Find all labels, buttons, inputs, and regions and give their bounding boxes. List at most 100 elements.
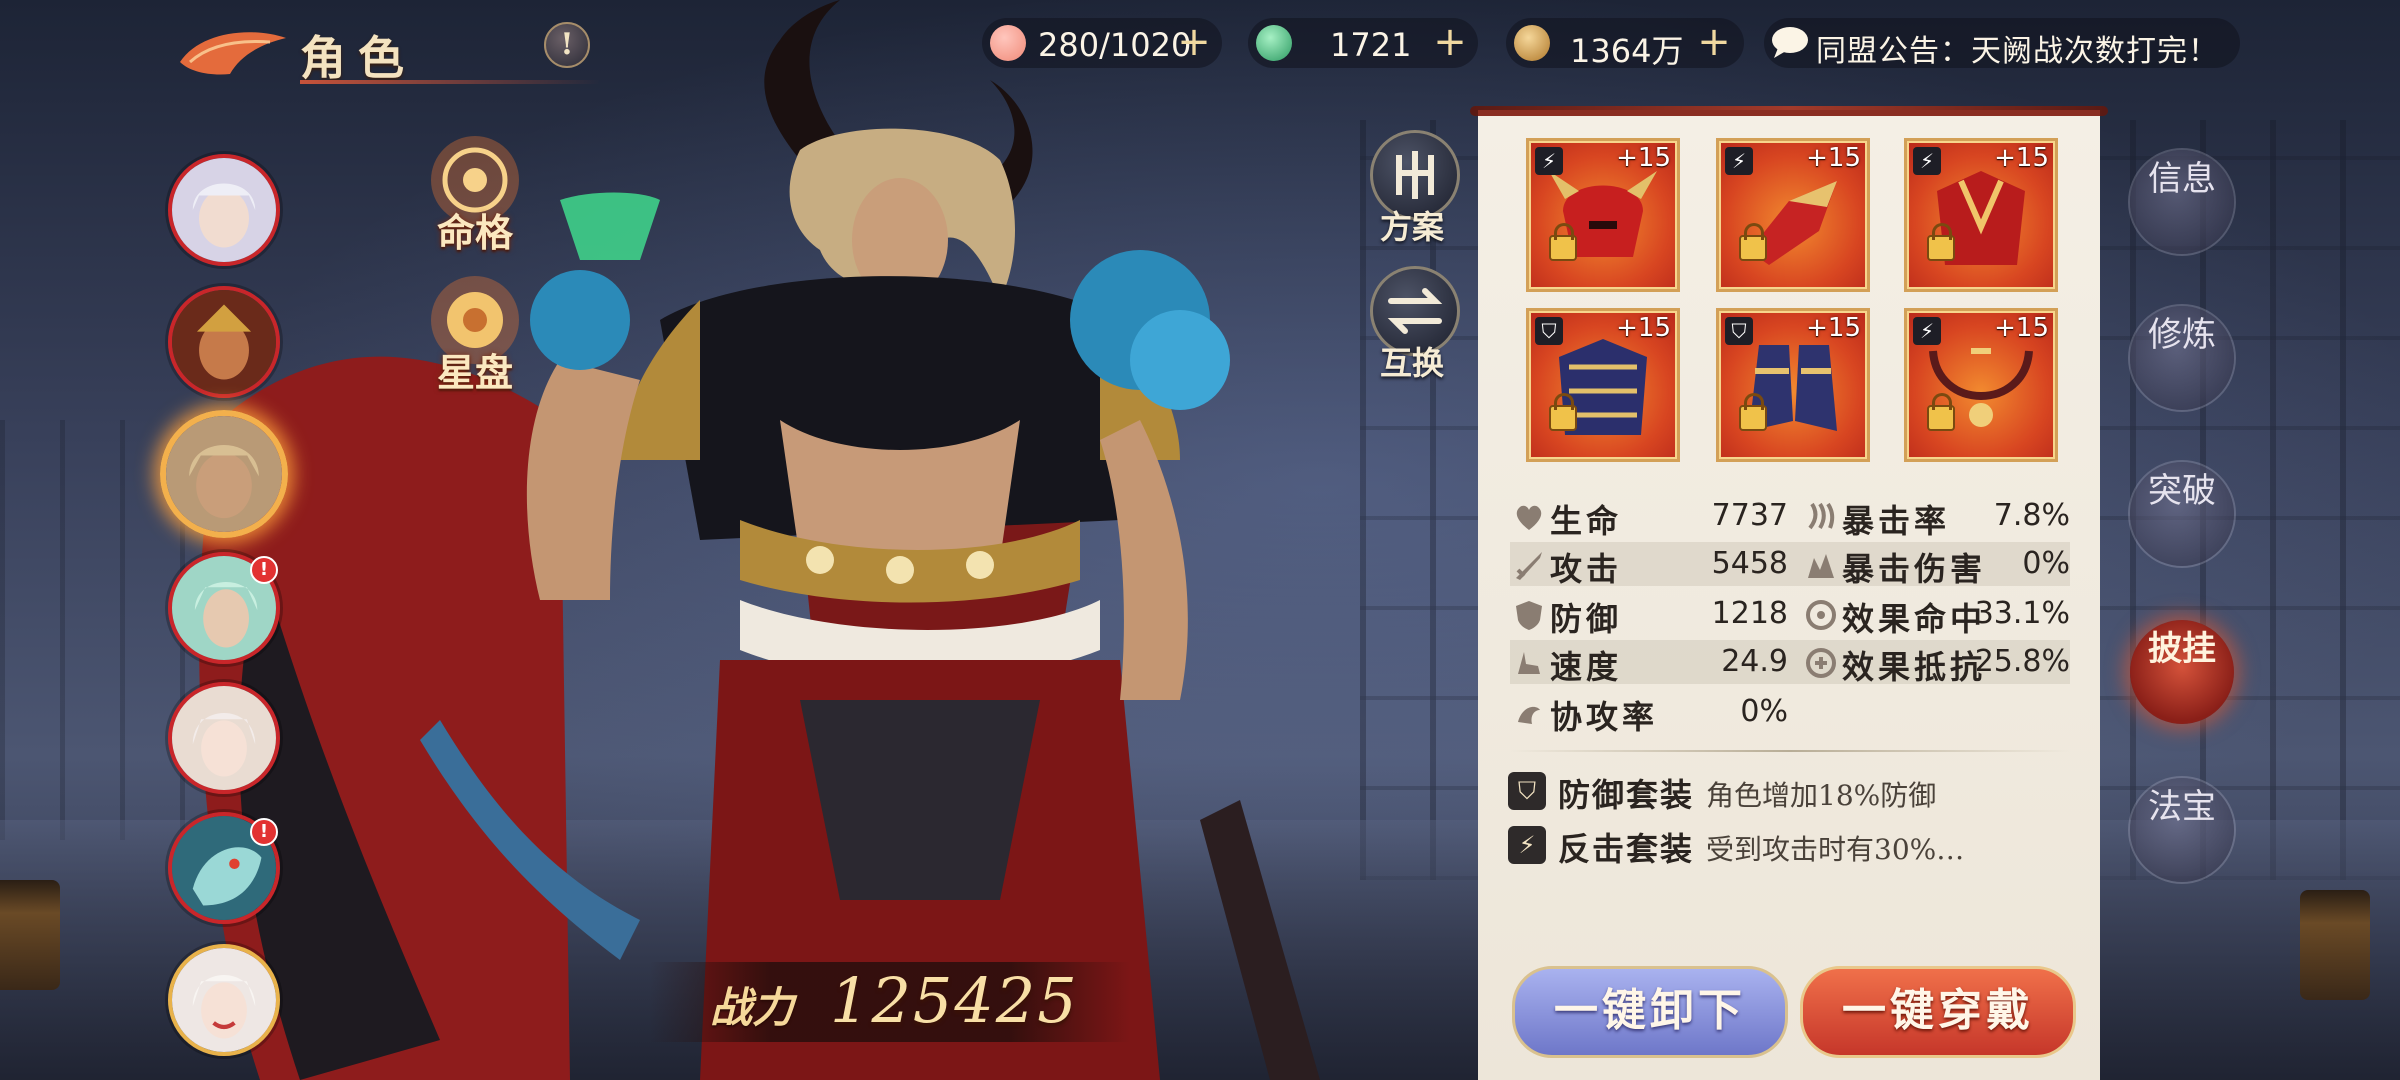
set-name: 防御套装 bbox=[1558, 776, 1695, 814]
counter-set-icon: ⚡ bbox=[1725, 147, 1753, 175]
stat-name: 效果命中 bbox=[1842, 600, 1987, 638]
resource-coin: 1364万 + bbox=[1506, 18, 1744, 70]
avatar-character-3-selected[interactable] bbox=[160, 410, 288, 538]
tab-breakthrough-label: 突破 bbox=[2148, 471, 2216, 511]
stat-name: 暴击伤害 bbox=[1842, 550, 1987, 588]
unequip-all-button[interactable]: 一键卸下 bbox=[1512, 966, 1788, 1058]
equipment-slot-armor[interactable]: ⚡ +15 bbox=[1904, 138, 2058, 292]
stat-crit-damage: 暴击伤害 0% bbox=[1804, 542, 2070, 588]
coin-icon bbox=[1514, 25, 1550, 61]
minge-button[interactable]: 命格 bbox=[410, 130, 540, 260]
resource-jade-value: 1721 bbox=[1330, 26, 1412, 64]
sword-icon bbox=[1516, 552, 1542, 580]
notice-button[interactable]: ! bbox=[544, 22, 590, 68]
tab-info-label: 信息 bbox=[2148, 159, 2216, 199]
stat-coop-attack: 协攻率 0% bbox=[1512, 690, 1788, 736]
slot-level: +15 bbox=[1994, 313, 2049, 343]
tab-cultivate[interactable]: 修炼 bbox=[2130, 306, 2234, 410]
lock-icon bbox=[1927, 223, 1955, 261]
avatar-character-7[interactable] bbox=[168, 944, 280, 1056]
xingpan-button[interactable]: 星盘 bbox=[410, 270, 540, 400]
resource-coin-value: 1364万 bbox=[1570, 32, 1684, 70]
stat-value: 1218 bbox=[1711, 596, 1788, 631]
stat-attack: 攻击 5458 bbox=[1512, 542, 1788, 588]
stat-value: 0% bbox=[1740, 694, 1788, 729]
set-name: 反击套装 bbox=[1558, 830, 1695, 868]
shield-set-icon: ⛉ bbox=[1508, 772, 1546, 810]
stat-name: 速度 bbox=[1550, 648, 1623, 686]
stat-hp: 生命 7737 bbox=[1512, 494, 1788, 540]
stat-value: 24.9 bbox=[1721, 644, 1788, 679]
resource-jade-plus-button[interactable]: + bbox=[1432, 22, 1468, 62]
stat-effect-resist: 效果抵抗 25.8% bbox=[1804, 640, 2070, 686]
heart-icon bbox=[1516, 505, 1542, 530]
equip-all-button[interactable]: 一键穿戴 bbox=[1800, 966, 2076, 1058]
avatar-4-alert-dot: ! bbox=[250, 556, 278, 584]
set-bonus-counter: ⚡ 反击套装 受到攻击时有30%… bbox=[1508, 822, 2068, 868]
stat-value: 7.8% bbox=[1993, 498, 2070, 533]
lantern-left bbox=[0, 880, 60, 990]
avatar-character-5[interactable] bbox=[168, 682, 280, 794]
equipment-slot-necklace[interactable]: ⚡ +15 bbox=[1904, 308, 2058, 462]
stat-defense: 防御 1218 bbox=[1512, 592, 1788, 638]
power-value: 125425 bbox=[830, 964, 1079, 1037]
alliance-announcement[interactable]: 同盟公告：天阙战次数打完！ bbox=[1764, 18, 2240, 69]
equipment-slot-helmet[interactable]: ⚡ +15 bbox=[1526, 138, 1680, 292]
set-desc: 受到攻击时有30%… bbox=[1706, 833, 1965, 866]
counter-set-icon: ⚡ bbox=[1508, 826, 1546, 864]
coop-attack-icon bbox=[1518, 706, 1540, 724]
plan-button[interactable]: 方案 bbox=[1362, 130, 1462, 250]
stat-name: 协攻率 bbox=[1550, 698, 1659, 736]
effect-resist-icon bbox=[1806, 648, 1836, 678]
equipment-slot-chest[interactable]: ⛉ +15 bbox=[1526, 308, 1680, 462]
slot-level: +15 bbox=[1806, 313, 1861, 343]
stat-speed: 速度 24.9 bbox=[1512, 640, 1788, 686]
stat-value: 7737 bbox=[1711, 498, 1788, 533]
tab-info[interactable]: 信息 bbox=[2130, 150, 2234, 254]
leaf-emblem-icon bbox=[180, 32, 286, 75]
stat-crit-rate: 暴击率 7.8% bbox=[1804, 494, 2070, 540]
equipment-slot-gauntlet[interactable]: ⚡ +15 bbox=[1716, 138, 1870, 292]
tab-cultivate-label: 修炼 bbox=[2148, 315, 2216, 355]
shield-set-icon: ⛉ bbox=[1725, 317, 1753, 345]
tab-breakthrough[interactable]: 突破 bbox=[2130, 462, 2234, 566]
shield-icon bbox=[1516, 601, 1542, 630]
stat-value: 33.1% bbox=[1974, 596, 2070, 631]
jade-swirl-icon bbox=[1256, 25, 1292, 61]
crit-rate-icon bbox=[1808, 502, 1835, 530]
stat-name: 生命 bbox=[1550, 502, 1623, 540]
panel-divider bbox=[1510, 750, 2070, 752]
lock-icon bbox=[1739, 393, 1767, 431]
tab-equipment[interactable]: 披挂 bbox=[2130, 620, 2234, 724]
page-title: 角色 bbox=[300, 31, 416, 85]
stat-value: 25.8% bbox=[1974, 644, 2070, 679]
tab-treasure[interactable]: 法宝 bbox=[2130, 778, 2234, 882]
game-screen: 角色 ! 280/1020 + 1721 + 1364万 + 同盟公告：天阙战次… bbox=[0, 0, 2400, 1080]
stat-name: 暴击率 bbox=[1842, 502, 1951, 540]
title-underline bbox=[300, 80, 600, 84]
slot-level: +15 bbox=[1994, 143, 2049, 173]
effect-hit-icon bbox=[1806, 600, 1836, 630]
avatar-character-2[interactable] bbox=[168, 286, 280, 398]
tab-equipment-label: 披挂 bbox=[2148, 629, 2216, 669]
plan-label: 方案 bbox=[1379, 208, 1444, 246]
slot-level: +15 bbox=[1616, 313, 1671, 343]
avatar-character-1[interactable] bbox=[168, 154, 280, 266]
shield-set-icon: ⛉ bbox=[1535, 317, 1563, 345]
stat-value: 5458 bbox=[1711, 546, 1788, 581]
power-label: 战力 bbox=[710, 983, 795, 1032]
lantern-right bbox=[2300, 890, 2370, 1000]
slot-level: +15 bbox=[1806, 143, 1861, 173]
slot-level: +15 bbox=[1616, 143, 1671, 173]
lock-icon bbox=[1739, 223, 1767, 261]
resource-peach-plus-button[interactable]: + bbox=[1176, 22, 1212, 62]
stat-value: 0% bbox=[2022, 546, 2070, 581]
lock-icon bbox=[1549, 223, 1577, 261]
resource-coin-plus-button[interactable]: + bbox=[1696, 22, 1732, 62]
equipment-slot-boots[interactable]: ⛉ +15 bbox=[1716, 308, 1870, 462]
chat-bubble-icon bbox=[1772, 27, 1808, 58]
swap-button[interactable]: 互换 bbox=[1362, 266, 1462, 386]
minge-label: 命格 bbox=[436, 210, 513, 255]
hero-character-illustration bbox=[199, 0, 1320, 1080]
counter-set-icon: ⚡ bbox=[1913, 317, 1941, 345]
